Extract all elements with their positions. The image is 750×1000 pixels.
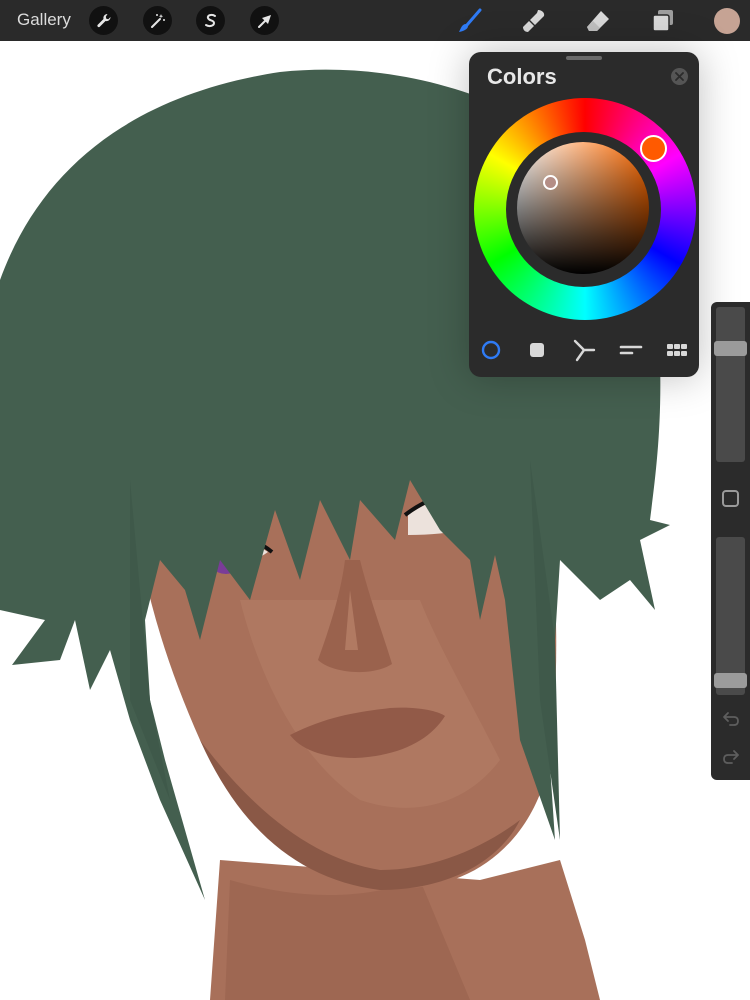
- close-icon: [675, 72, 684, 81]
- opacity-thumb[interactable]: [714, 672, 747, 688]
- colors-panel-title: Colors: [487, 64, 557, 89]
- redo-icon: [723, 750, 739, 764]
- selection-s-icon: [204, 13, 216, 27]
- eraser-icon: [587, 11, 609, 31]
- undo-icon: [723, 712, 739, 726]
- classic-mode-button[interactable]: [523, 336, 551, 364]
- paint-tool-button[interactable]: [455, 6, 485, 36]
- arrow-cursor-icon: [257, 14, 271, 28]
- current-color-swatch[interactable]: [714, 8, 740, 34]
- smudge-tool-button[interactable]: [519, 6, 549, 36]
- classic-mode-icon: [530, 343, 544, 357]
- palettes-grid-icon: [667, 344, 687, 356]
- magic-wand-icon: [150, 13, 165, 28]
- right-sidebar: [711, 302, 750, 780]
- harmony-mode-button[interactable]: [570, 336, 598, 364]
- brush-icon: [459, 8, 482, 32]
- actions-button[interactable]: [89, 6, 118, 35]
- top-toolbar: Gallery: [0, 0, 750, 41]
- value-mode-icon: [619, 345, 643, 355]
- smudge-icon: [523, 10, 545, 32]
- layers-button[interactable]: [648, 6, 678, 36]
- gallery-button[interactable]: Gallery: [17, 10, 71, 30]
- opacity-slider[interactable]: [714, 537, 747, 695]
- close-panel-button[interactable]: [671, 68, 688, 85]
- colors-panel: Colors: [469, 52, 699, 377]
- brush-size-thumb[interactable]: [714, 340, 747, 356]
- wrench-icon: [96, 13, 111, 27]
- panel-grabber[interactable]: [566, 56, 602, 60]
- palettes-mode-button[interactable]: [663, 336, 691, 364]
- layers-icon: [652, 10, 673, 32]
- selection-button[interactable]: [196, 6, 225, 35]
- adjustments-button[interactable]: [143, 6, 172, 35]
- disc-mode-button[interactable]: [477, 336, 505, 364]
- undo-button[interactable]: [719, 707, 743, 731]
- saturation-brightness-disc[interactable]: [517, 142, 649, 274]
- redo-button[interactable]: [719, 745, 743, 769]
- color-picker-handle[interactable]: [543, 175, 558, 190]
- disc-mode-icon: [481, 340, 501, 360]
- hue-handle[interactable]: [640, 135, 667, 162]
- erase-tool-button[interactable]: [583, 6, 613, 36]
- harmony-mode-icon: [573, 339, 596, 362]
- modify-button[interactable]: [722, 490, 739, 507]
- brush-size-slider[interactable]: [714, 307, 747, 462]
- value-mode-button[interactable]: [617, 336, 645, 364]
- transform-button[interactable]: [250, 6, 279, 35]
